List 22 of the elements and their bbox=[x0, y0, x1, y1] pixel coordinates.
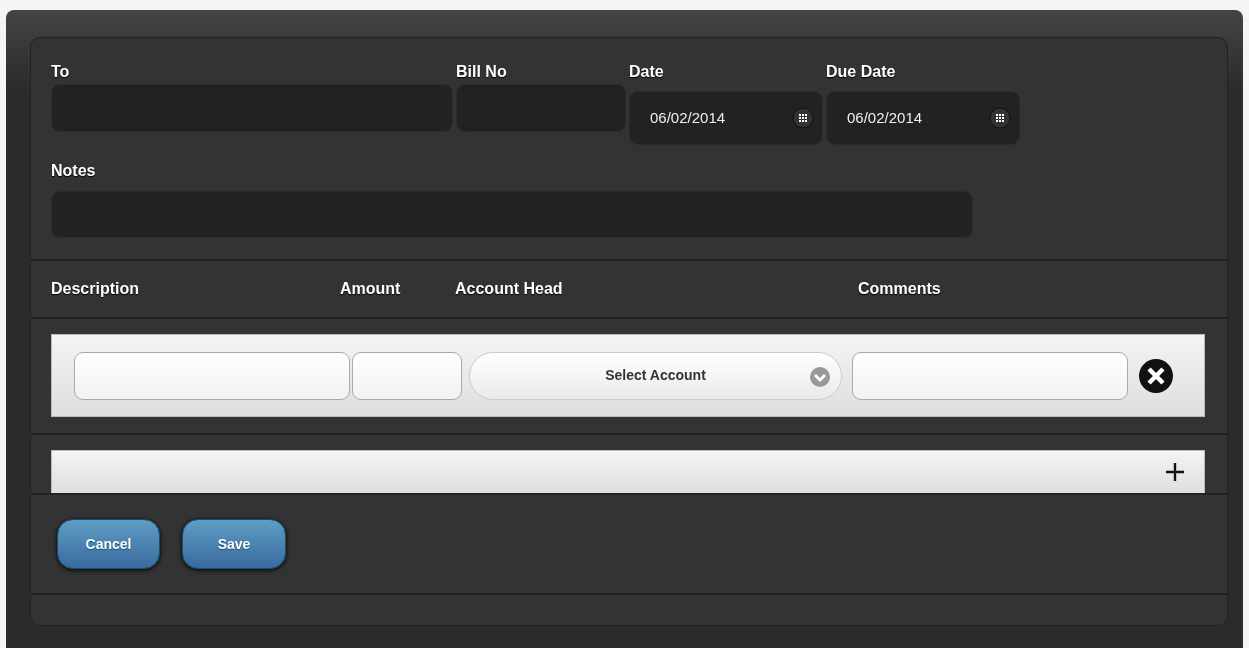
field-label: Notes bbox=[51, 161, 96, 181]
calendar-icon[interactable] bbox=[989, 107, 1011, 129]
calendar-icon[interactable] bbox=[792, 107, 814, 129]
field-label: To bbox=[51, 62, 70, 82]
close-icon[interactable] bbox=[1138, 357, 1174, 394]
date-field[interactable]: 06/02/2014 bbox=[826, 91, 1020, 145]
comments-field[interactable] bbox=[852, 351, 1128, 400]
field-label: Date bbox=[629, 62, 664, 82]
action-button[interactable]: Save bbox=[182, 519, 286, 569]
description-field[interactable] bbox=[74, 351, 350, 400]
column-header: Comments bbox=[858, 280, 941, 297]
column-header: Account Head bbox=[455, 280, 563, 297]
account-select[interactable]: Select Account bbox=[469, 351, 842, 400]
amount-field[interactable] bbox=[352, 351, 462, 400]
chevron-down-icon bbox=[809, 365, 831, 388]
column-header: Amount bbox=[340, 280, 401, 297]
action-button[interactable]: Cancel bbox=[57, 519, 160, 569]
add-icon[interactable] bbox=[1164, 461, 1186, 483]
date-field[interactable]: 06/02/2014 bbox=[629, 91, 823, 145]
field-label: Due Date bbox=[826, 62, 896, 82]
field-label: Bill No bbox=[456, 62, 507, 82]
column-header: Description bbox=[51, 280, 139, 297]
